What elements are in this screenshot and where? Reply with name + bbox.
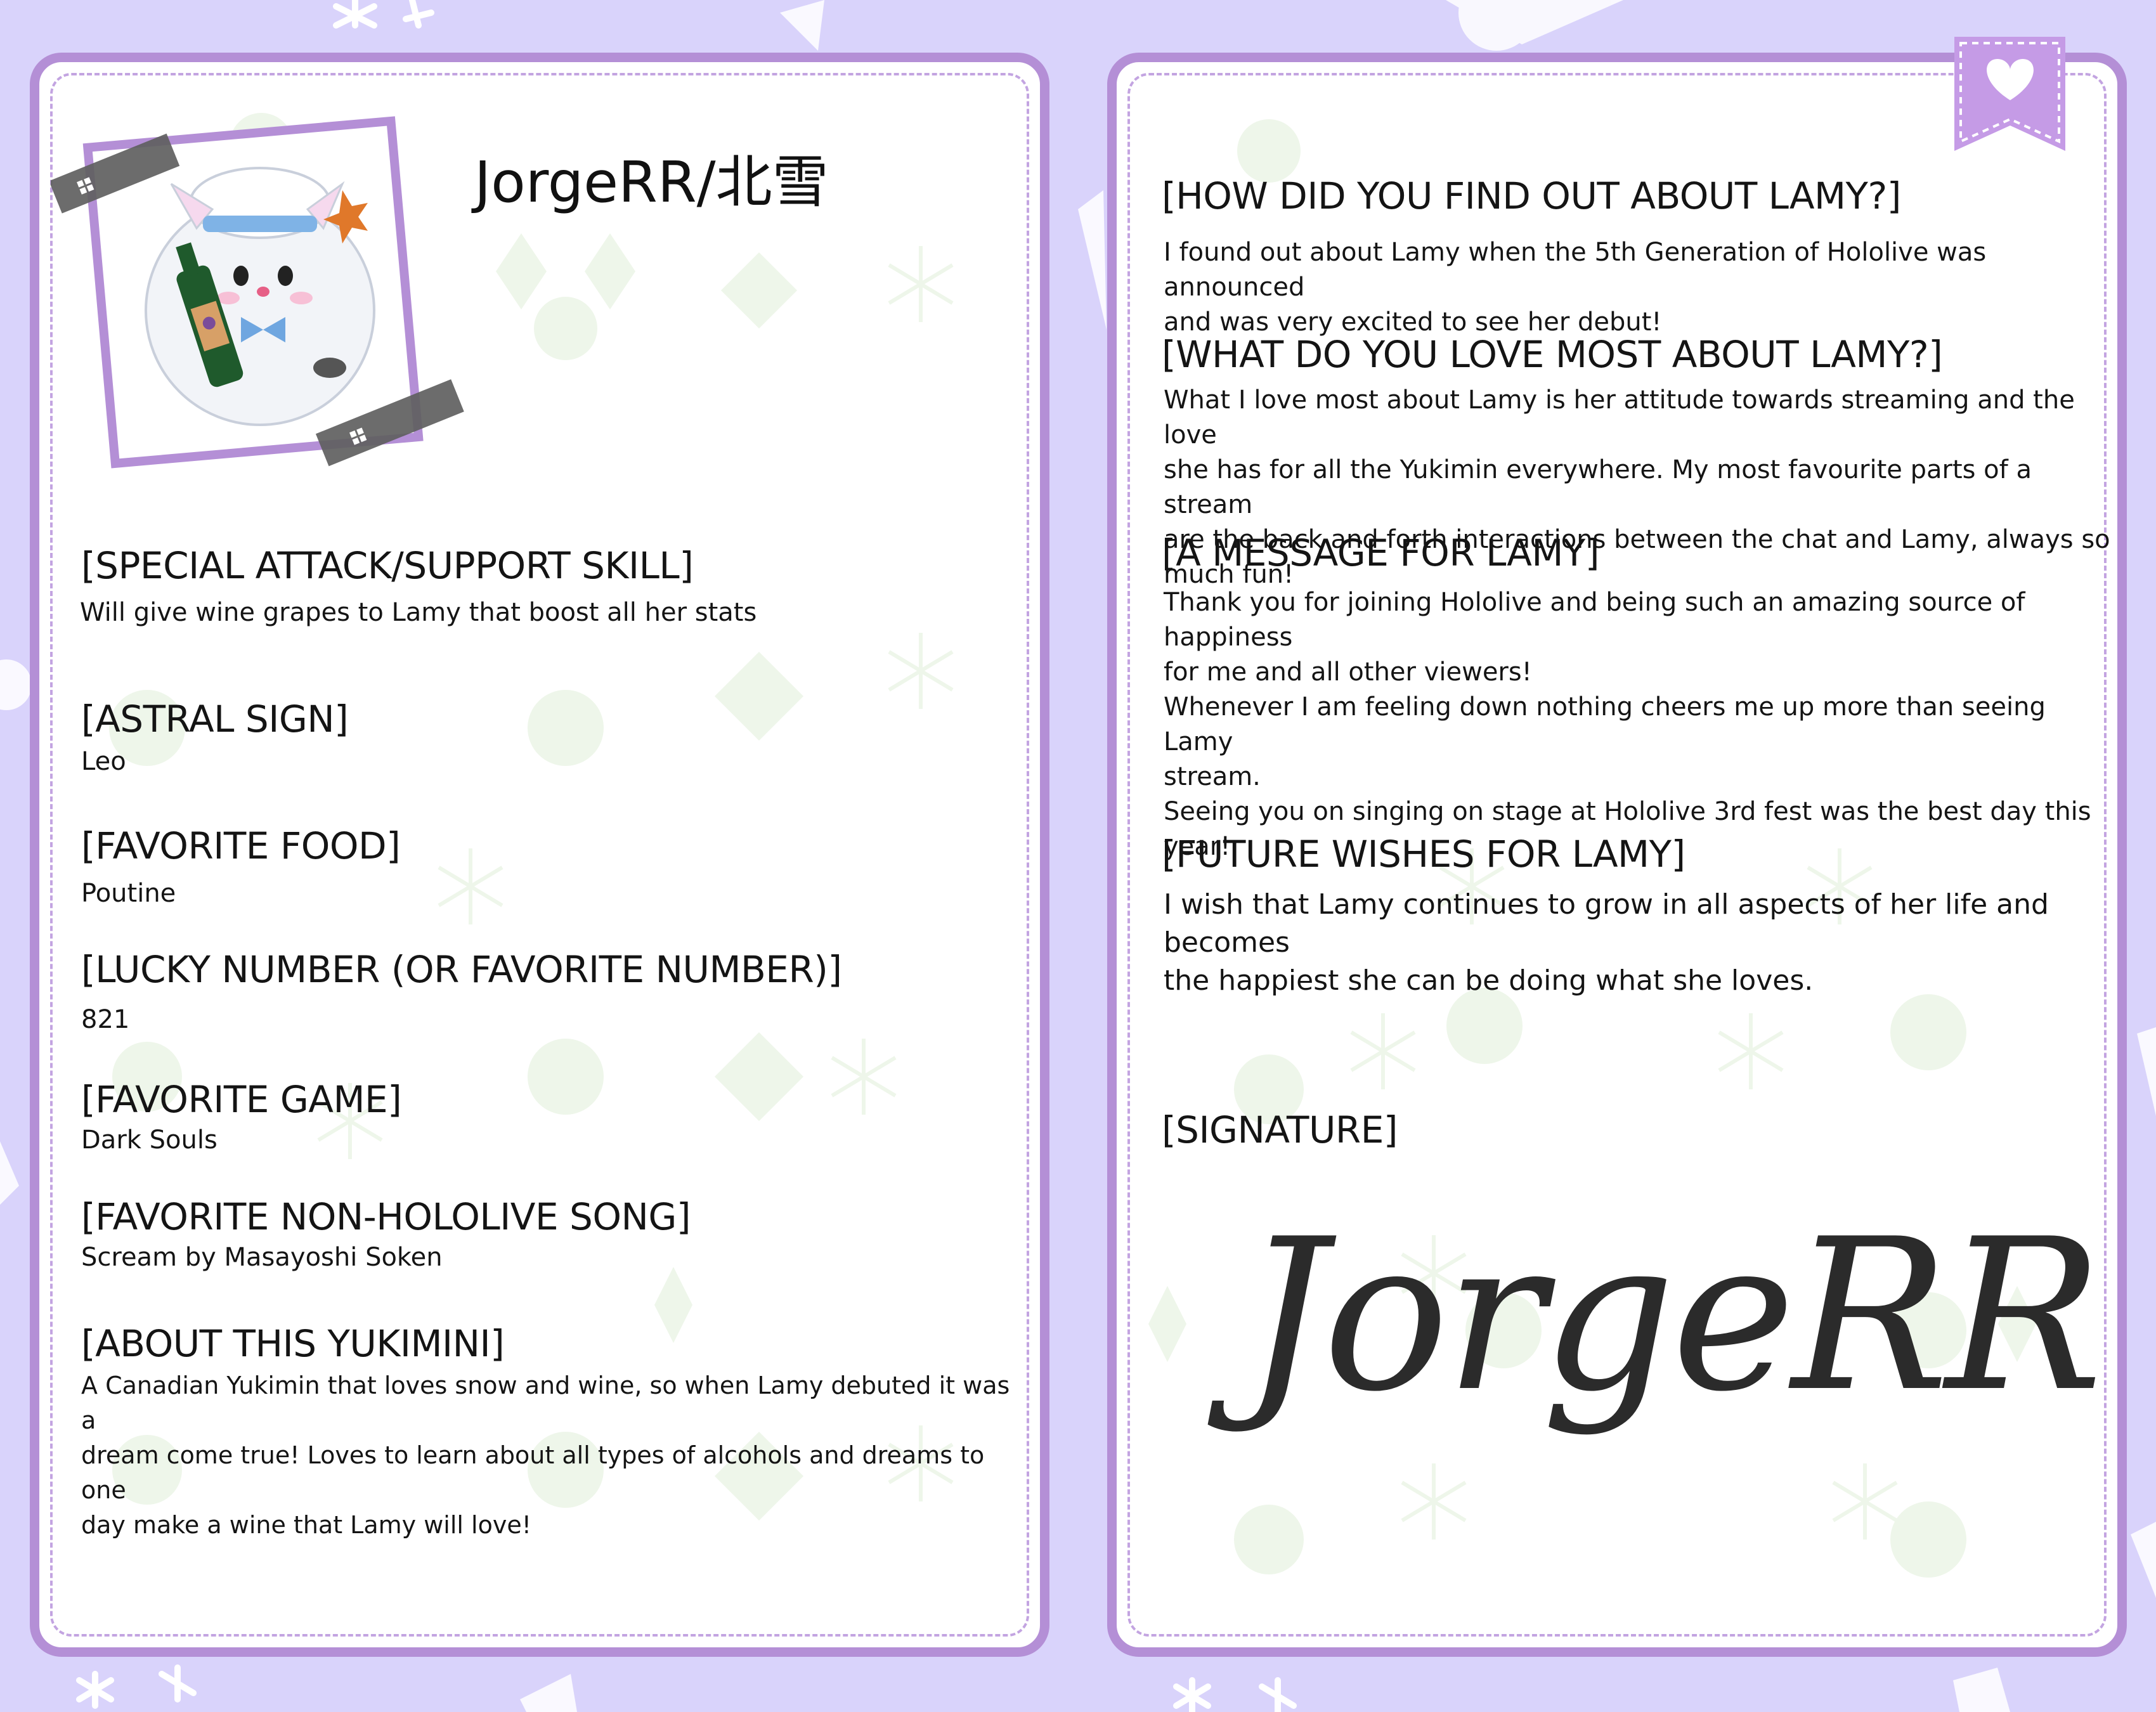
favorite-food-value: Poutine <box>81 879 176 908</box>
q2-heading: [WHAT DO YOU LOVE MOST ABOUT LAMY?] <box>1162 333 1943 376</box>
avatar <box>51 116 464 469</box>
favorite-game-value: Dark Souls <box>81 1125 218 1155</box>
astral-sign-value: Leo <box>81 747 126 776</box>
special-attack-heading: [SPECIAL ATTACK/SUPPORT SKILL] <box>81 544 694 587</box>
special-attack-value: Will give wine grapes to Lamy that boost… <box>80 598 757 627</box>
astral-sign-heading: [ASTRAL SIGN] <box>81 697 349 741</box>
q4-text: I wish that Lamy continues to grow in al… <box>1164 888 2049 997</box>
q3-heading: [A MESSAGE FOR LAMY] <box>1162 531 1600 574</box>
lucky-number-value: 821 <box>81 1005 130 1034</box>
q3-text: Thank you for joining Hololive and being… <box>1164 588 2091 861</box>
q1-text: I found out about Lamy when the 5th Gene… <box>1164 238 1987 337</box>
about-text: A Canadian Yukimin that loves snow and w… <box>81 1372 1010 1539</box>
about-heading: [ABOUT THIS YUKIMINI] <box>81 1322 505 1365</box>
signature: JorgeRR <box>1243 1194 2103 1437</box>
lucky-number-heading: [LUCKY NUMBER (OR FAVORITE NUMBER)] <box>81 948 842 991</box>
q1-heading: [HOW DID YOU FIND OUT ABOUT LAMY?] <box>1162 174 1901 217</box>
signature-heading: [SIGNATURE] <box>1162 1108 1398 1151</box>
favorite-song-heading: [FAVORITE NON-HOLOLIVE SONG] <box>81 1195 691 1238</box>
heart-ribbon <box>1954 37 2065 151</box>
favorite-song-value: Scream by Masayoshi Soken <box>81 1243 443 1272</box>
favorite-game-heading: [FAVORITE GAME] <box>81 1078 402 1121</box>
favorite-food-heading: [FAVORITE FOOD] <box>81 824 401 867</box>
yukimin-name: JorgeRR/北雪 <box>474 149 829 215</box>
q4-heading: [FUTURE WISHES FOR LAMY] <box>1162 833 1685 876</box>
